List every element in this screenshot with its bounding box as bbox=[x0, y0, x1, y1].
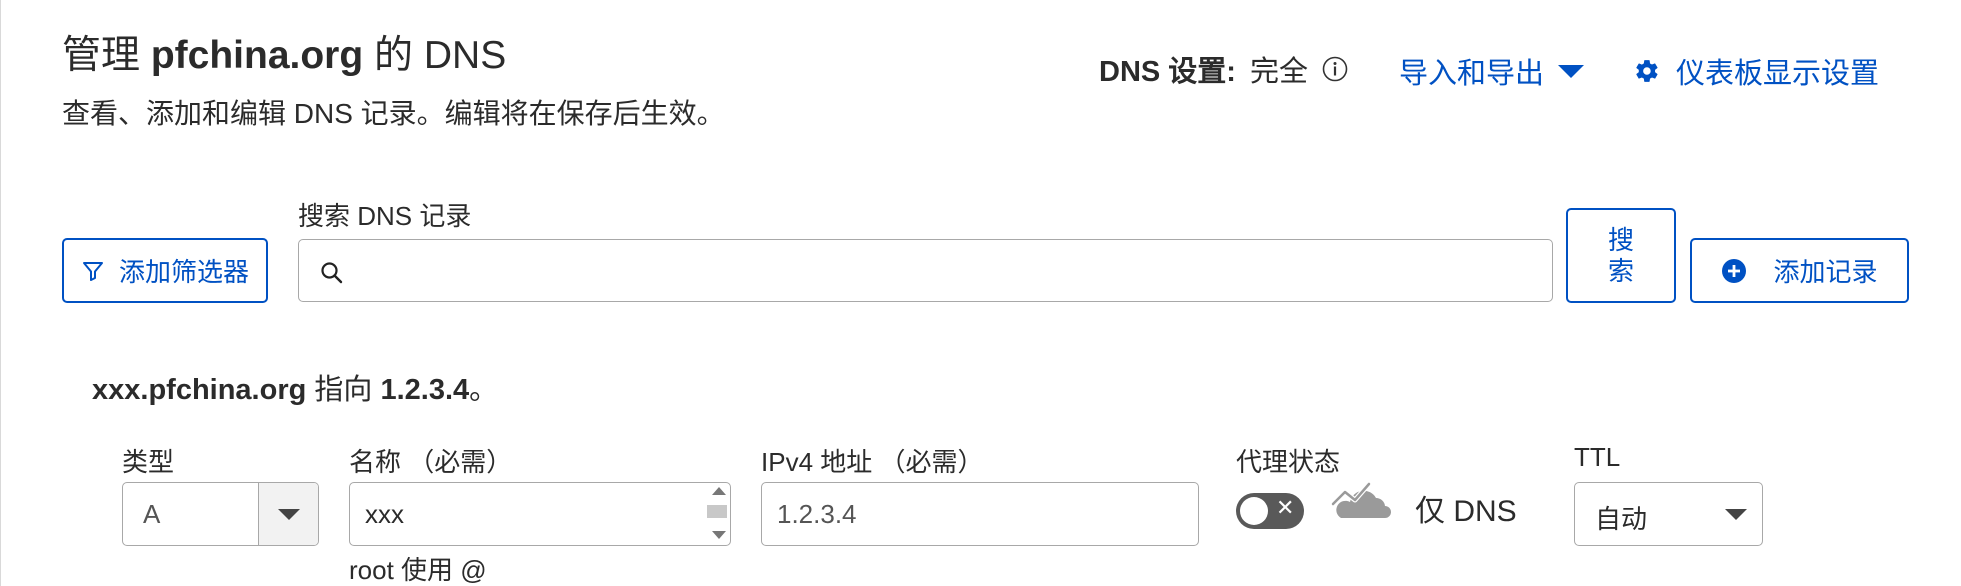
record-target: 1.2.3.4 bbox=[380, 374, 470, 406]
type-select[interactable]: A bbox=[122, 482, 319, 546]
name-field[interactable]: xxx bbox=[349, 482, 731, 546]
search-label: 搜索 DNS 记录 bbox=[298, 201, 472, 231]
page-title-suffix: 的 DNS bbox=[363, 34, 507, 77]
caret-down-icon bbox=[1558, 64, 1585, 78]
page-subtitle: 查看、添加和编辑 DNS 记录。编辑将在保存后生效。 bbox=[62, 98, 725, 129]
name-label: 名称 （必需） bbox=[349, 447, 513, 477]
record-host: xxx.pfchina.org bbox=[92, 374, 307, 406]
chevron-down-icon bbox=[278, 509, 300, 520]
proxy-status-text: 仅 DNS bbox=[1415, 495, 1517, 528]
record-period: 。 bbox=[469, 374, 499, 406]
dns-setting-status: DNS 设置: 完全 bbox=[1099, 48, 1348, 90]
ttl-select-value: 自动 bbox=[1595, 504, 1648, 534]
name-hint: root 使用 @ bbox=[349, 555, 487, 585]
dns-setting-label: DNS 设置: bbox=[1099, 56, 1236, 88]
search-box[interactable] bbox=[298, 239, 1553, 302]
ipv4-field[interactable]: 1.2.3.4 bbox=[761, 482, 1199, 546]
close-icon: ✕ bbox=[1276, 495, 1295, 520]
ttl-select[interactable]: 自动 bbox=[1574, 482, 1763, 546]
toggle-knob bbox=[1240, 497, 1268, 525]
page-title-prefix: 管理 bbox=[62, 34, 151, 77]
record-description: xxx.pfchina.org 指向 1.2.3.4。 bbox=[92, 366, 498, 408]
ttl-label: TTL bbox=[1574, 442, 1621, 472]
ipv4-field-value: 1.2.3.4 bbox=[777, 499, 857, 529]
filter-icon bbox=[82, 261, 103, 281]
plus-circle-icon bbox=[1722, 258, 1747, 283]
chevron-down-icon bbox=[1725, 509, 1747, 520]
scroll-down-icon[interactable] bbox=[712, 531, 726, 539]
record-points-to: 指向 bbox=[306, 374, 381, 406]
search-input[interactable] bbox=[359, 240, 1539, 301]
scrollbar-thumb[interactable] bbox=[707, 505, 727, 518]
dns-setting-value: 完全 bbox=[1249, 56, 1308, 88]
import-export-label: 导入和导出 bbox=[1399, 58, 1545, 90]
type-select-value: A bbox=[143, 499, 161, 529]
add-filter-label: 添加筛选器 bbox=[118, 257, 249, 287]
type-label: 类型 bbox=[122, 447, 175, 477]
proxy-toggle[interactable]: ✕ bbox=[1236, 493, 1304, 529]
proxy-status-label: 代理状态 bbox=[1236, 447, 1341, 477]
search-button-label: 搜索 bbox=[1607, 224, 1634, 286]
dashboard-settings-label: 仪表板显示设置 bbox=[1676, 58, 1880, 90]
search-icon bbox=[321, 262, 343, 284]
ipv4-label: IPv4 地址 （必需） bbox=[761, 447, 984, 477]
add-record-label: 添加记录 bbox=[1773, 257, 1878, 287]
cloud-icon bbox=[1330, 481, 1391, 518]
import-export-dropdown[interactable]: 导入和导出 bbox=[1399, 50, 1585, 92]
name-field-value: xxx bbox=[365, 499, 404, 529]
gear-icon bbox=[1636, 60, 1658, 82]
info-circle-icon[interactable] bbox=[1322, 56, 1348, 82]
page-title: 管理 pfchina.org 的 DNS bbox=[62, 24, 506, 80]
dns-management-panel: 管理 pfchina.org 的 DNS 查看、添加和编辑 DNS 记录。编辑将… bbox=[0, 0, 1961, 586]
search-button[interactable]: 搜索 bbox=[1566, 208, 1676, 303]
page-title-domain: pfchina.org bbox=[150, 34, 364, 77]
type-select-arrow[interactable] bbox=[258, 483, 318, 545]
dashboard-settings-link[interactable]: 仪表板显示设置 bbox=[1634, 50, 1879, 92]
add-record-button[interactable]: 添加记录 bbox=[1690, 238, 1909, 303]
scroll-up-icon[interactable] bbox=[712, 487, 726, 495]
add-filter-button[interactable]: 添加筛选器 bbox=[62, 238, 268, 303]
